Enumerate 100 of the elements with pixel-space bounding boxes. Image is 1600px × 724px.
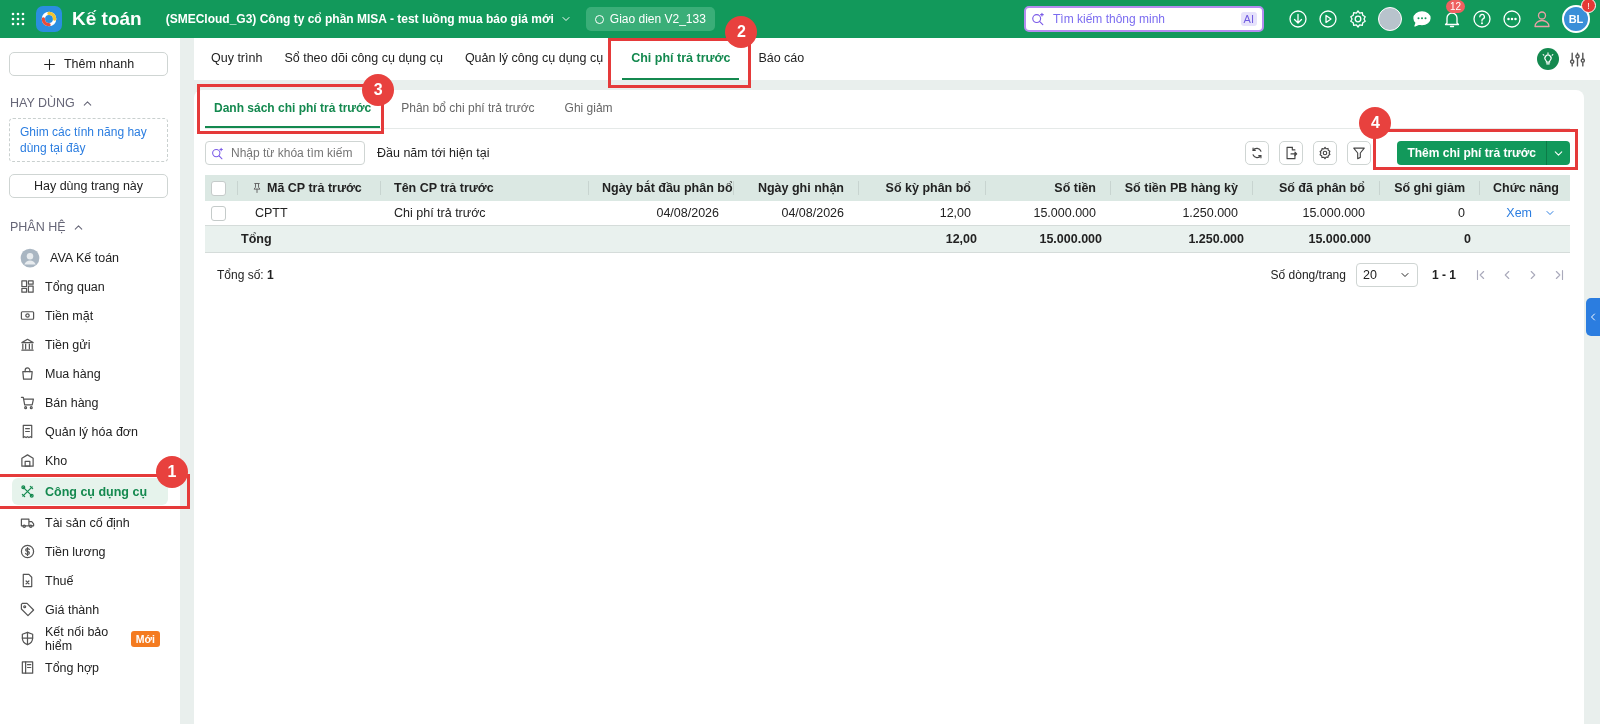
page-range: 1 - 1 bbox=[1432, 268, 1456, 282]
alert-badge: ! bbox=[1581, 0, 1596, 13]
table-cell: Chi phí trả trước bbox=[394, 206, 486, 220]
shopping-bag-icon bbox=[20, 366, 35, 381]
ai-badge: AI bbox=[1240, 12, 1257, 26]
help-icon[interactable] bbox=[1472, 9, 1492, 29]
sidebar-item[interactable]: Công cụ dụng cụ bbox=[12, 478, 168, 505]
banknote-icon bbox=[20, 308, 35, 323]
dollar-icon bbox=[20, 544, 35, 559]
row-checkbox[interactable] bbox=[211, 205, 226, 221]
step-number: 2 bbox=[725, 16, 758, 48]
sidebar-item-label: Tiền lương bbox=[45, 544, 106, 559]
favorites-header[interactable]: HAY DÙNG bbox=[10, 96, 180, 110]
add-options-button[interactable] bbox=[1546, 141, 1570, 165]
sidebar-item[interactable]: AVA Kế toán bbox=[12, 244, 128, 271]
sidebar-item-label: Thuế bbox=[45, 573, 74, 588]
column-header: Tên CP trả trước bbox=[394, 181, 494, 195]
modules-header[interactable]: PHÂN HỆ bbox=[10, 220, 180, 234]
sidebar-item[interactable]: Tài sản cố định bbox=[12, 509, 138, 536]
side-panel-handle[interactable] bbox=[1586, 298, 1600, 336]
page-size-label: Số dòng/trang bbox=[1270, 268, 1346, 282]
total-cell: 12,00 bbox=[945, 232, 977, 246]
step-number: 1 bbox=[156, 456, 188, 488]
sidebar-item[interactable]: Quản lý hóa đơn bbox=[12, 418, 146, 445]
total-cell: 0 bbox=[1464, 232, 1471, 246]
nav-tab[interactable]: Quản lý công cụ dụng cụ bbox=[455, 38, 613, 80]
sidebar-item-label: Tiền gửi bbox=[45, 337, 91, 352]
sidebar-item[interactable]: Mua hàng bbox=[12, 360, 109, 387]
sidebar-item-label: Quản lý hóa đơn bbox=[45, 424, 138, 439]
sidebar-item[interactable]: Tổng hợp bbox=[12, 654, 108, 681]
column-header: Số kỳ phân bổ bbox=[885, 181, 971, 195]
grid-icon bbox=[20, 279, 35, 294]
settings-icon[interactable] bbox=[1348, 9, 1368, 29]
table-cell: 04/08/2026 bbox=[781, 206, 844, 220]
sidebar-item-label: Giá thành bbox=[45, 602, 100, 617]
sparkle-search-icon bbox=[1031, 12, 1045, 26]
page-size-select[interactable]: 20 bbox=[1356, 263, 1418, 287]
cart-icon bbox=[20, 395, 35, 410]
nav-tab[interactable]: Quy trình bbox=[202, 38, 272, 80]
period-filter[interactable]: Đầu năm tới hiện tại bbox=[377, 146, 490, 160]
export-icon bbox=[1284, 146, 1299, 160]
receipt-icon bbox=[20, 424, 35, 439]
tips-button[interactable] bbox=[1537, 48, 1559, 70]
refresh-button[interactable] bbox=[1245, 141, 1270, 165]
select-all-checkbox[interactable] bbox=[211, 180, 226, 196]
sub-tab[interactable]: Ghi giảm bbox=[555, 90, 622, 128]
bank-icon bbox=[20, 337, 35, 352]
sidebar-item[interactable]: Tổng quan bbox=[12, 273, 113, 300]
sidebar-item[interactable]: Kết nối bảo hiểm Mới bbox=[12, 625, 168, 652]
sidebar-item-label: Tiền mặt bbox=[45, 308, 94, 323]
column-header: Mã CP trả trước bbox=[267, 181, 362, 195]
play-icon[interactable] bbox=[1318, 9, 1338, 29]
total-label: Tổng bbox=[241, 232, 272, 246]
sidebar-item[interactable]: Kho bbox=[12, 447, 76, 474]
table-cell: 15.000.000 bbox=[1302, 206, 1365, 220]
view-link[interactable]: Xem bbox=[1506, 206, 1556, 220]
section-title: HAY DÙNG bbox=[10, 96, 75, 110]
lightbulb-icon bbox=[1541, 52, 1555, 66]
sidebar-item-label: Kết nối bảo hiểm bbox=[45, 624, 110, 653]
version-label: Giao dien V2_133 bbox=[609, 12, 706, 26]
app-name: Kế toán bbox=[72, 8, 142, 30]
new-badge: Mới bbox=[130, 630, 160, 647]
filter-icon bbox=[1352, 146, 1367, 160]
quick-add-button[interactable]: Thêm nhanh bbox=[9, 52, 168, 76]
total-cell: 15.000.000 bbox=[1308, 232, 1371, 246]
sidebar-item[interactable]: Thuế bbox=[12, 567, 82, 594]
smart-search-field[interactable]: Tìm kiếm thông minh AI bbox=[1024, 6, 1264, 32]
avatar-icon bbox=[20, 247, 40, 268]
sidebar-item[interactable]: Giá thành bbox=[12, 596, 108, 623]
settings-button[interactable] bbox=[1313, 141, 1338, 165]
column-header: Số tiền PB hàng kỳ bbox=[1124, 181, 1238, 195]
column-header: Ngày bắt đầu phân bổ bbox=[602, 181, 733, 195]
pin-hint: Ghim các tính năng hay dùng tại đây bbox=[9, 118, 168, 162]
sidebar-item[interactable]: Tiền mặt bbox=[12, 302, 102, 329]
sidebar-item[interactable]: Bán hàng bbox=[12, 389, 107, 416]
search-field[interactable]: Nhập từ khóa tìm kiếm bbox=[205, 141, 365, 165]
sliders-icon[interactable] bbox=[1569, 50, 1586, 68]
warehouse-icon bbox=[20, 453, 35, 468]
sidebar-item-label: Kho bbox=[45, 453, 68, 468]
table-cell: 04/08/2026 bbox=[656, 206, 719, 220]
sparkle-search-icon bbox=[211, 146, 224, 160]
sub-tab[interactable]: Phân bổ chi phí trả trước bbox=[392, 90, 544, 128]
chat-icon[interactable] bbox=[1412, 9, 1432, 29]
sidebar-item[interactable]: Tiền lương bbox=[12, 538, 114, 565]
sidebar-item-label: Mua hàng bbox=[45, 366, 101, 381]
user-avatar[interactable] bbox=[1378, 7, 1402, 31]
sidebar-item-label: Tổng quan bbox=[45, 279, 105, 294]
filter-button[interactable] bbox=[1347, 141, 1372, 165]
step-number: 3 bbox=[362, 74, 395, 106]
more-icon[interactable] bbox=[1502, 9, 1522, 29]
sidebar-item[interactable]: Tiền gửi bbox=[12, 331, 99, 358]
app-grid-icon[interactable] bbox=[10, 11, 26, 27]
add-prepaid-button[interactable]: Thêm chi phí trả trước bbox=[1397, 141, 1546, 165]
export-button[interactable] bbox=[1279, 141, 1304, 165]
download-icon[interactable] bbox=[1288, 9, 1308, 29]
page-size-value: 20 bbox=[1363, 268, 1377, 282]
sidebar-item-label: Công cụ dụng cụ bbox=[45, 484, 148, 499]
column-header: Chức năng bbox=[1493, 181, 1559, 195]
table-cell: CPTT bbox=[255, 206, 288, 220]
pin-page-button[interactable]: Hay dùng trang này bbox=[9, 174, 168, 198]
